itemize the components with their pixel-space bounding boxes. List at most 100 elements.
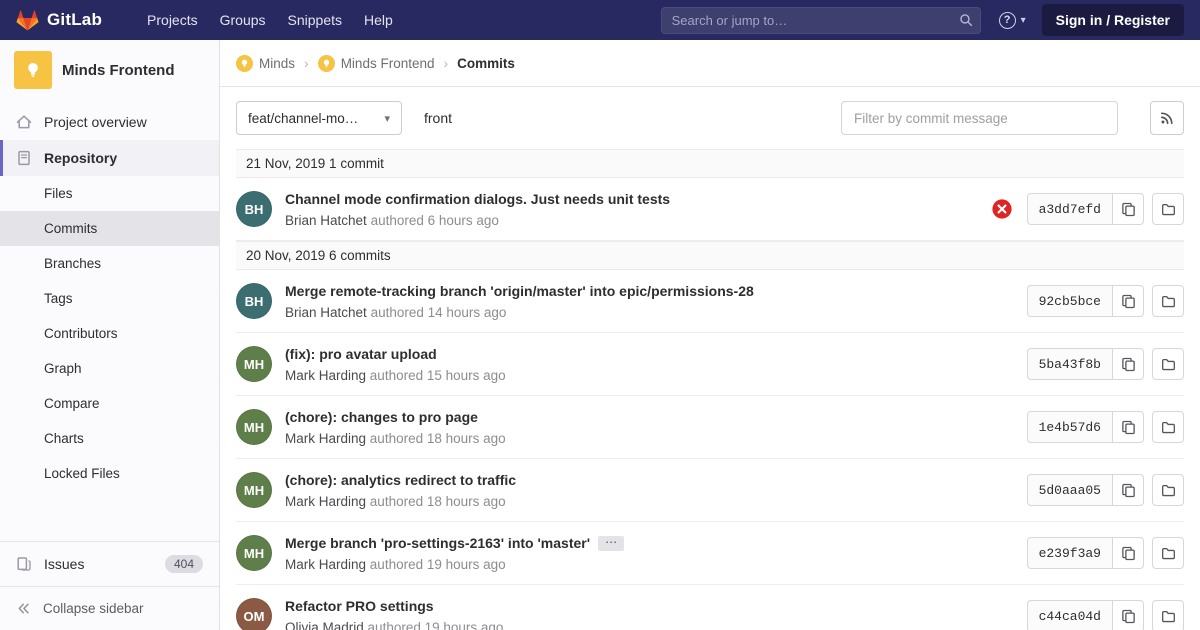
nav-item-snippets[interactable]: Snippets	[277, 6, 353, 34]
author-avatar[interactable]: MH	[236, 472, 272, 508]
gitlab-tanuki-logo-icon	[16, 9, 39, 31]
browse-files-button[interactable]	[1152, 348, 1184, 380]
double-chevron-left-icon	[16, 601, 31, 616]
commit-title-link[interactable]: Channel mode confirmation dialogs. Just …	[285, 191, 670, 207]
issues-icon	[16, 556, 32, 572]
sidebar-item-repository[interactable]: Repository	[0, 140, 219, 176]
commit-sha-link[interactable]: 5ba43f8b	[1027, 348, 1113, 380]
help-dropdown[interactable]: ? ▾	[999, 12, 1026, 29]
commit-title-link[interactable]: (chore): analytics redirect to traffic	[285, 472, 516, 488]
commit-sha-link[interactable]: 1e4b57d6	[1027, 411, 1113, 443]
breadcrumb-project-link[interactable]: Minds Frontend	[318, 55, 435, 72]
commit-title-link[interactable]: Refactor PRO settings	[285, 598, 434, 614]
nav-item-help[interactable]: Help	[353, 6, 404, 34]
lightbulb-icon	[239, 58, 250, 69]
author-avatar[interactable]: BH	[236, 283, 272, 319]
group-avatar	[236, 55, 253, 72]
sidebar-item-compare[interactable]: Compare	[0, 386, 219, 421]
breadcrumb-separator: ›	[443, 55, 448, 71]
sidebar-item-commits[interactable]: Commits	[0, 211, 219, 246]
sidebar-item-graph[interactable]: Graph	[0, 351, 219, 386]
commit-author-link[interactable]: Mark Harding	[285, 494, 366, 509]
search-input[interactable]	[661, 7, 981, 34]
commit-title-link[interactable]: (chore): changes to pro page	[285, 409, 478, 425]
commit-author-link[interactable]: Brian Hatchet	[285, 305, 367, 320]
breadcrumb-group-link[interactable]: Minds	[236, 55, 295, 72]
copy-sha-button[interactable]	[1112, 537, 1144, 569]
commit-authored-time: authored 18 hours ago	[370, 431, 506, 446]
copy-sha-button[interactable]	[1112, 474, 1144, 506]
browse-files-button[interactable]	[1152, 537, 1184, 569]
sidebar-item-tags[interactable]: Tags	[0, 281, 219, 316]
project-header[interactable]: Minds Frontend	[0, 40, 219, 100]
copy-sha-button[interactable]	[1112, 411, 1144, 443]
author-avatar[interactable]: OM	[236, 598, 272, 630]
global-search	[661, 7, 981, 34]
copy-icon	[1121, 546, 1136, 561]
copy-icon	[1121, 294, 1136, 309]
question-mark-icon: ?	[999, 12, 1016, 29]
commits-feed-button[interactable]	[1150, 101, 1184, 135]
search-icon[interactable]	[959, 13, 973, 27]
sign-in-register-button[interactable]: Sign in / Register	[1042, 4, 1184, 36]
copy-icon	[1121, 483, 1136, 498]
sidebar-item-issues[interactable]: Issues 404	[0, 542, 219, 586]
author-avatar[interactable]: MH	[236, 535, 272, 571]
commit-authored-time: authored 6 hours ago	[371, 213, 499, 228]
nav-item-groups[interactable]: Groups	[209, 6, 277, 34]
branch-selector-dropdown[interactable]: feat/channel-mo… ▾	[236, 101, 402, 135]
copy-sha-button[interactable]	[1112, 285, 1144, 317]
commit-sha-link[interactable]: c44ca04d	[1027, 600, 1113, 630]
commit-sha-link[interactable]: a3dd7efd	[1027, 193, 1113, 225]
copy-sha-button[interactable]	[1112, 348, 1144, 380]
breadcrumb: Minds › Minds Frontend › Commits	[220, 40, 1200, 87]
project-name: Minds Frontend	[62, 62, 175, 79]
sidebar-item-files[interactable]: Files	[0, 176, 219, 211]
chevron-down-icon: ▾	[384, 112, 390, 125]
sidebar-item-charts[interactable]: Charts	[0, 421, 219, 456]
commit-author-link[interactable]: Mark Harding	[285, 431, 366, 446]
collapse-sidebar-button[interactable]: Collapse sidebar	[0, 586, 219, 630]
sidebar-item-branches[interactable]: Branches	[0, 246, 219, 281]
pipeline-failed-icon[interactable]	[991, 198, 1013, 220]
sidebar-item-project-overview[interactable]: Project overview	[0, 104, 219, 140]
commit-author-link[interactable]: Brian Hatchet	[285, 213, 367, 228]
commit-sha-link[interactable]: 5d0aaa05	[1027, 474, 1113, 506]
home-icon	[16, 114, 32, 130]
commit-row: MH (chore): analytics redirect to traffi…	[236, 459, 1184, 522]
browse-files-button[interactable]	[1152, 411, 1184, 443]
commit-title-link[interactable]: Merge remote-tracking branch 'origin/mas…	[285, 283, 754, 299]
commit-row: BH Merge remote-tracking branch 'origin/…	[236, 270, 1184, 333]
folder-icon	[1161, 609, 1176, 624]
expand-commit-message-button[interactable]: ⋯	[598, 536, 624, 551]
sidebar-item-locked-files[interactable]: Locked Files	[0, 456, 219, 491]
commit-author-link[interactable]: Mark Harding	[285, 368, 366, 383]
author-avatar[interactable]: MH	[236, 346, 272, 382]
sidebar-item-label: Project overview	[44, 114, 147, 130]
commit-filter-input[interactable]	[841, 101, 1118, 135]
commit-authored-time: authored 19 hours ago	[368, 620, 504, 630]
author-avatar[interactable]: BH	[236, 191, 272, 227]
sidebar-item-label: Issues	[44, 556, 84, 572]
nav-item-projects[interactable]: Projects	[136, 6, 209, 34]
copy-sha-button[interactable]	[1112, 600, 1144, 630]
folder-icon	[1161, 357, 1176, 372]
author-avatar[interactable]: MH	[236, 409, 272, 445]
commit-authored-time: authored 18 hours ago	[370, 494, 506, 509]
commit-author-link[interactable]: Mark Harding	[285, 557, 366, 572]
repo-path-link[interactable]: front	[424, 110, 452, 126]
commit-title-link[interactable]: (fix): pro avatar upload	[285, 346, 437, 362]
commit-sha-link[interactable]: e239f3a9	[1027, 537, 1113, 569]
chevron-down-icon: ▾	[1021, 15, 1026, 26]
copy-sha-button[interactable]	[1112, 193, 1144, 225]
browse-files-button[interactable]	[1152, 285, 1184, 317]
sidebar-item-contributors[interactable]: Contributors	[0, 316, 219, 351]
browse-files-button[interactable]	[1152, 600, 1184, 630]
commit-sha-link[interactable]: 92cb5bce	[1027, 285, 1113, 317]
gitlab-home-link[interactable]: GitLab	[16, 9, 102, 31]
commit-author-link[interactable]: Olivia Madrid	[285, 620, 364, 630]
commit-title-link[interactable]: Merge branch 'pro-settings-2163' into 'm…	[285, 535, 590, 551]
browse-files-button[interactable]	[1152, 193, 1184, 225]
browse-files-button[interactable]	[1152, 474, 1184, 506]
commit-authored-time: authored 14 hours ago	[371, 305, 507, 320]
